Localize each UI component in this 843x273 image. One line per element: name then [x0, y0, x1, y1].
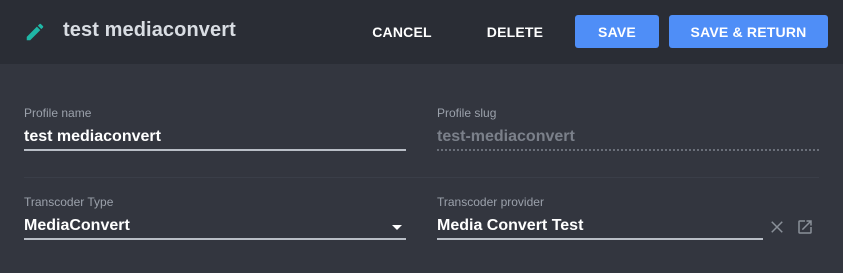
profile-name-underline — [24, 149, 406, 151]
row-divider — [24, 177, 819, 178]
dropdown-arrow-icon[interactable] — [392, 225, 402, 230]
profile-slug-underline — [437, 149, 819, 151]
delete-button[interactable]: DELETE — [476, 15, 554, 48]
transcoder-provider-field[interactable]: Transcoder provider Media Convert Test — [437, 195, 763, 243]
profile-slug-label: Profile slug — [437, 106, 497, 120]
profile-slug-input: test-mediaconvert — [437, 128, 575, 145]
transcoder-provider-underline — [437, 238, 763, 240]
profile-name-field[interactable]: Profile name test mediaconvert — [24, 106, 406, 154]
transcoder-type-underline — [24, 238, 406, 240]
pencil-icon — [26, 23, 44, 41]
cancel-button[interactable]: CANCEL — [362, 15, 442, 48]
page-title: test mediaconvert — [63, 19, 236, 41]
profile-name-label: Profile name — [24, 106, 92, 120]
transcoder-type-value[interactable]: MediaConvert — [24, 217, 130, 235]
profile-slug-field: Profile slug test-mediaconvert — [437, 106, 819, 154]
editor-header: test mediaconvert CANCEL DELETE SAVE SAV… — [0, 0, 843, 64]
save-button[interactable]: SAVE — [575, 15, 659, 48]
profile-name-input[interactable]: test mediaconvert — [24, 128, 161, 146]
open-in-new-icon[interactable] — [796, 218, 814, 236]
transcoder-provider-input[interactable]: Media Convert Test — [437, 217, 583, 235]
save-and-return-button[interactable]: SAVE & RETURN — [669, 15, 828, 48]
transcoder-type-label: Transcoder Type — [24, 195, 114, 209]
close-icon[interactable] — [768, 218, 786, 236]
transcoder-provider-label: Transcoder provider — [437, 195, 544, 209]
transcoder-type-select[interactable]: Transcoder Type MediaConvert — [24, 195, 406, 243]
